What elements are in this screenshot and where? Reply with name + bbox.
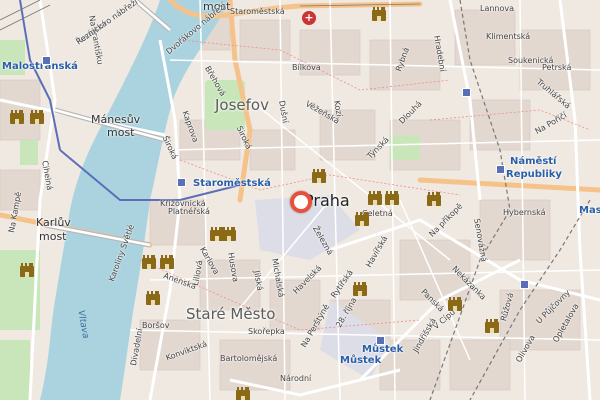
place-staromestska[interactable]: Staroměstská bbox=[193, 179, 271, 189]
metro-station-icon[interactable] bbox=[462, 88, 471, 97]
street-label: Křižovnická bbox=[160, 199, 206, 208]
hospital-cross-icon[interactable]: + bbox=[302, 11, 316, 25]
castle-icon[interactable] bbox=[355, 212, 369, 226]
map-canvas[interactable]: Malostranská Staroměstská Náměstí Republ… bbox=[0, 0, 600, 400]
street-label: Klimentská bbox=[486, 32, 531, 41]
street-label: Petrská bbox=[542, 63, 572, 72]
metro-station-icon[interactable] bbox=[496, 165, 505, 174]
metro-station-icon[interactable] bbox=[177, 178, 186, 187]
district-josefov: Josefov bbox=[215, 96, 269, 114]
castle-icon[interactable] bbox=[427, 192, 441, 206]
place-malostranska[interactable]: Malostranská bbox=[2, 62, 78, 72]
street-label: Staroměstská bbox=[230, 7, 285, 16]
street-label: Bílkova bbox=[292, 63, 321, 72]
castle-icon[interactable] bbox=[142, 255, 156, 269]
street-label: Národní bbox=[280, 374, 312, 383]
street-label: Boršov bbox=[142, 321, 170, 330]
street-label: Bartolomějská bbox=[220, 354, 278, 363]
castle-icon[interactable] bbox=[368, 191, 382, 205]
street-label: Skořepka bbox=[248, 327, 285, 336]
bridge-karluv-2[interactable]: most bbox=[39, 231, 67, 242]
castle-icon[interactable] bbox=[20, 263, 34, 277]
street-label: Lannova bbox=[480, 4, 515, 13]
castle-icon[interactable] bbox=[385, 191, 399, 205]
street-label: Platnéřská bbox=[168, 207, 210, 216]
bridge-manesuv-1[interactable]: Mánesův bbox=[91, 114, 140, 125]
castle-icon[interactable] bbox=[312, 169, 326, 183]
castle-icon[interactable] bbox=[236, 387, 250, 400]
castle-icon[interactable] bbox=[448, 297, 462, 311]
castle-icon[interactable] bbox=[222, 227, 236, 241]
castle-icon[interactable] bbox=[372, 7, 386, 21]
castle-icon[interactable] bbox=[30, 110, 44, 124]
bridge-karluv-1[interactable]: Karlův bbox=[36, 217, 71, 228]
castle-icon[interactable] bbox=[146, 291, 160, 305]
castle-icon[interactable] bbox=[353, 282, 367, 296]
place-mas[interactable]: Mas bbox=[579, 206, 600, 216]
place-mustek-2[interactable]: Můstek bbox=[340, 356, 381, 366]
district-stare-mesto: Staré Město bbox=[186, 305, 276, 323]
metro-station-icon[interactable] bbox=[376, 336, 385, 345]
place-mustek-1[interactable]: Můstek bbox=[362, 345, 403, 355]
location-marker-icon[interactable] bbox=[290, 191, 312, 213]
castle-icon[interactable] bbox=[10, 110, 24, 124]
castle-icon[interactable] bbox=[485, 319, 499, 333]
bridge-manesuv-2[interactable]: most bbox=[107, 127, 135, 138]
place-namesti-republiky-2[interactable]: Republiky bbox=[506, 170, 562, 180]
metro-station-icon[interactable] bbox=[520, 280, 529, 289]
metro-station-icon[interactable] bbox=[42, 56, 51, 65]
place-namesti-republiky-1[interactable]: Náměstí bbox=[510, 157, 556, 167]
street-label: Hybernská bbox=[503, 208, 546, 217]
castle-icon[interactable] bbox=[160, 255, 174, 269]
